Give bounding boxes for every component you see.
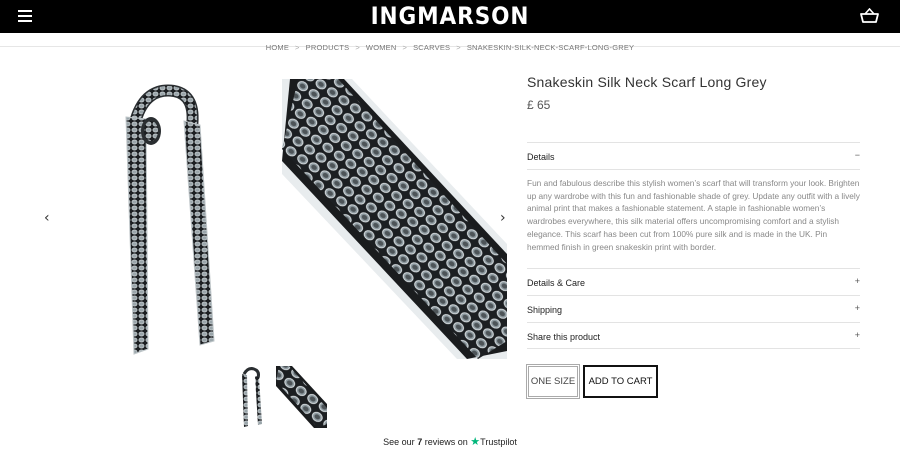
trustpilot-review-count: 7	[417, 437, 423, 447]
divider	[527, 169, 860, 170]
trustpilot-prefix: See our	[383, 437, 415, 447]
chevron-left-icon[interactable]: ‹	[44, 210, 50, 226]
plus-icon[interactable]: +	[855, 303, 860, 313]
trustpilot-brand: Trustpilot	[480, 437, 517, 447]
accordion-shipping[interactable]: Shipping +	[527, 295, 860, 322]
chevron-right-icon[interactable]: ›	[500, 210, 506, 226]
product-price: £ 65	[527, 98, 551, 112]
product-image-scarf-closeup[interactable]	[282, 79, 507, 359]
minus-icon[interactable]: −	[855, 150, 860, 160]
breadcrumb-products[interactable]: PRODUCTS	[306, 43, 350, 52]
plus-icon[interactable]: +	[855, 330, 860, 340]
product-title: Snakeskin Silk Neck Scarf Long Grey	[527, 74, 767, 90]
trustpilot-star-icon: ★	[470, 436, 481, 448]
product-info: Snakeskin Silk Neck Scarf Long Grey £ 65	[527, 70, 860, 112]
plus-icon[interactable]: +	[855, 276, 860, 286]
breadcrumb-home[interactable]: HOME	[266, 43, 289, 52]
breadcrumb: HOME > PRODUCTS > WOMEN > SCARVES > SNAKESKIN-SI…	[265, 43, 635, 52]
hamburger-menu-icon[interactable]	[18, 10, 32, 22]
thumbnail-1[interactable]	[236, 366, 266, 428]
breadcrumb-current[interactable]: SNAKESKIN-SILK-NECK-SCARF-LONG-GREY	[467, 43, 634, 52]
trustpilot-middle: reviews on	[424, 437, 468, 447]
accordion-shipping-label: Shipping	[527, 305, 563, 315]
accordion-details[interactable]: Details −	[527, 142, 860, 169]
thumbnail-2[interactable]	[276, 366, 327, 428]
product-description: Fun and fabulous describe this stylish w…	[527, 178, 860, 252]
accordion-details-label: Details	[527, 152, 555, 162]
size-option-one-size[interactable]: ONE SIZE	[526, 364, 580, 399]
add-to-cart-button[interactable]: ADD TO CART	[583, 365, 658, 398]
accordion-details-care[interactable]: Details & Care +	[527, 268, 860, 295]
breadcrumb-women[interactable]: WOMEN	[366, 43, 397, 52]
breadcrumb-scarves[interactable]: SCARVES	[413, 43, 450, 52]
divider	[527, 348, 860, 349]
shopping-basket-icon[interactable]	[860, 8, 879, 24]
trustpilot-widget[interactable]: See our 7 reviews on ★Trustpilot	[0, 435, 900, 448]
product-image-scarf-hanging[interactable]	[96, 79, 269, 359]
site-header: INGMARSON	[0, 0, 900, 33]
accordion-share-label: Share this product	[527, 332, 601, 342]
site-logo[interactable]: INGMARSON	[45, 2, 855, 30]
product-gallery	[96, 79, 507, 359]
accordion-share[interactable]: Share this product +	[527, 322, 860, 349]
accordion-details-care-label: Details & Care	[527, 278, 586, 288]
